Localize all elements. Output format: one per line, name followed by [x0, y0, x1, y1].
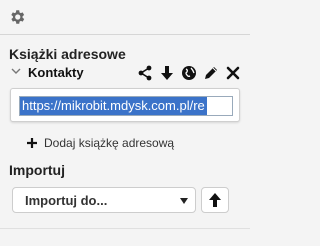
pencil-icon[interactable]: [202, 64, 220, 82]
add-address-book-button[interactable]: Dodaj książkę adresową: [26, 136, 174, 150]
plus-icon: [27, 138, 37, 148]
url-popover: https://mikrobit.mdysk.com.pl/re: [10, 88, 240, 122]
address-books-title: Książki adresowe: [9, 46, 126, 62]
upload-arrow-icon: [209, 193, 221, 207]
import-title: Importuj: [9, 162, 65, 178]
download-icon[interactable]: [158, 64, 176, 82]
share-icon[interactable]: [136, 64, 154, 82]
import-select[interactable]: Importuj do...: [12, 187, 196, 213]
panel-header: [0, 0, 250, 35]
url-text[interactable]: https://mikrobit.mdysk.com.pl/re: [20, 97, 207, 115]
import-select-value: Importuj do...: [25, 193, 108, 208]
address-book-actions: [132, 64, 242, 82]
url-field[interactable]: https://mikrobit.mdysk.com.pl/re: [19, 96, 233, 116]
chevron-down-icon[interactable]: [11, 66, 21, 76]
upload-button[interactable]: [201, 187, 229, 213]
caret-down-icon: [180, 198, 188, 204]
address-book-name[interactable]: Kontakty: [28, 65, 84, 80]
divider: [0, 228, 250, 229]
close-icon[interactable]: [224, 64, 242, 82]
add-address-book-label: Dodaj książkę adresową: [44, 136, 175, 150]
gear-icon[interactable]: [8, 8, 26, 26]
globe-icon[interactable]: [180, 64, 198, 82]
address-book-row: Kontakty: [10, 64, 246, 84]
